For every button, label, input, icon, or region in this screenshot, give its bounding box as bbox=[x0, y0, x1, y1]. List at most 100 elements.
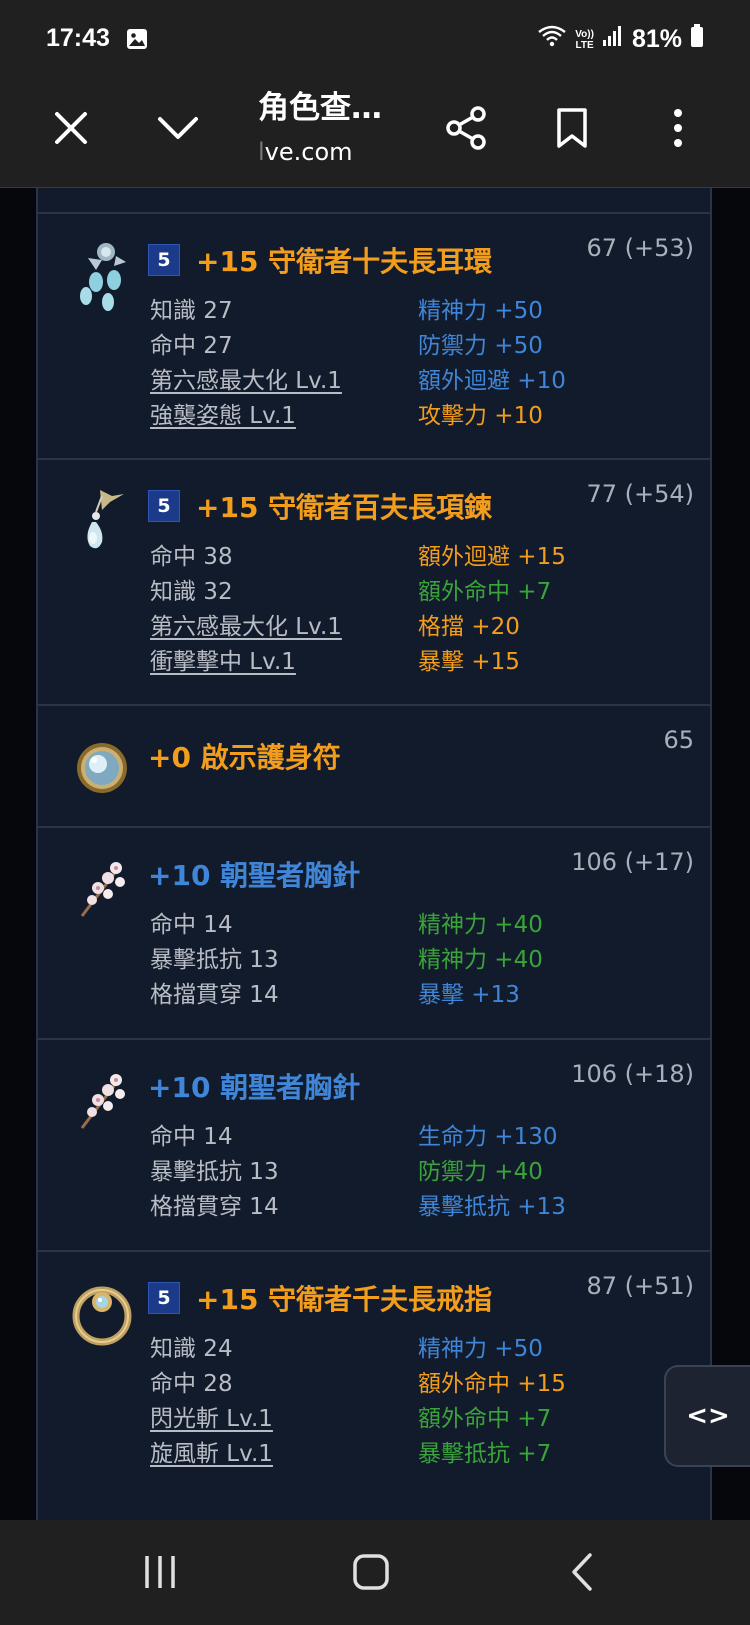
item-name[interactable]: +10 朝聖者胸針 bbox=[148, 1066, 360, 1106]
earring-icon bbox=[72, 240, 132, 316]
page-url: lve.com bbox=[258, 138, 353, 166]
stat-row: 命中 27 防禦力 +50 bbox=[150, 329, 690, 364]
skill-link[interactable]: 旋風斬 Lv.1 bbox=[150, 1437, 418, 1472]
stat-right: 暴擊 +13 bbox=[418, 982, 520, 1008]
stat-right: 暴擊 +15 bbox=[418, 649, 520, 675]
status-right: Vo)) LTE 81% bbox=[537, 24, 704, 55]
stat-left: 格擋貫穿 14 bbox=[150, 1194, 279, 1220]
stat-left: 格擋貫穿 14 bbox=[150, 982, 279, 1008]
stat-row: 知識 32 額外命中 +7 bbox=[150, 575, 690, 610]
chevron-down-icon[interactable] bbox=[150, 100, 206, 156]
stat-row: 知識 24 精神力 +50 bbox=[150, 1332, 690, 1367]
skill-link[interactable]: 第六感最大化 Lv.1 bbox=[150, 364, 418, 399]
share-icon[interactable] bbox=[438, 100, 494, 156]
stat-row: 第六感最大化 Lv.1 格擋 +20 bbox=[150, 610, 690, 645]
stat-right: 額外命中 +15 bbox=[418, 1371, 566, 1397]
stat-right: 精神力 +50 bbox=[418, 1336, 543, 1362]
page-title: 角色查… bbox=[258, 90, 382, 126]
skill-link[interactable]: 強襲姿態 Lv.1 bbox=[150, 399, 418, 434]
stat-row: 暴擊抵抗 13 精神力 +40 bbox=[150, 943, 690, 978]
equipment-item[interactable]: +10 朝聖者胸針 106 (+18) 命中 14 生命力 +130 暴擊抵抗 1… bbox=[38, 1038, 710, 1250]
tier-badge: 5 bbox=[148, 1282, 180, 1314]
stat-row: 第六感最大化 Lv.1 額外迴避 +10 bbox=[150, 364, 690, 399]
item-stats: 命中 14 精神力 +40 暴擊抵抗 13 精神力 +40 格擋貫穿 14 暴擊 +1… bbox=[150, 908, 690, 1013]
stat-row: 強襲姿態 Lv.1 攻擊力 +10 bbox=[150, 399, 690, 434]
stat-left: 命中 27 bbox=[150, 333, 233, 359]
item-name[interactable]: +0 啟示護身符 bbox=[148, 736, 341, 776]
close-icon[interactable] bbox=[43, 100, 99, 156]
stat-row: 暴擊抵抗 13 防禦力 +40 bbox=[150, 1155, 690, 1190]
stat-left: 命中 28 bbox=[150, 1371, 233, 1397]
item-header: +0 啟示護身符 bbox=[148, 736, 341, 776]
equipment-item[interactable]: 5 +15 守衛者十夫長耳環 67 (+53) 知識 27 精神力 +50 命中 … bbox=[38, 212, 710, 458]
item-header: 5 +15 守衛者十夫長耳環 bbox=[148, 240, 492, 280]
browser-toolbar: 角色查… lve.com bbox=[0, 82, 750, 188]
recent-apps-icon[interactable] bbox=[130, 1550, 190, 1594]
necklace-icon bbox=[72, 486, 132, 562]
stat-right: 額外迴避 +15 bbox=[418, 544, 566, 570]
equipment-item[interactable]: 5 +15 守衛者千夫長戒指 87 (+51) 知識 24 精神力 +50 命中 … bbox=[38, 1250, 710, 1520]
stat-right: 格擋 +20 bbox=[418, 614, 520, 640]
item-name[interactable]: +15 守衛者百夫長項鍊 bbox=[196, 486, 492, 526]
more-options-icon[interactable] bbox=[650, 100, 706, 156]
item-header: 5 +15 守衛者千夫長戒指 bbox=[148, 1278, 492, 1318]
back-icon[interactable] bbox=[552, 1550, 612, 1594]
ring-icon bbox=[72, 1278, 132, 1354]
bookmark-icon[interactable] bbox=[544, 100, 600, 156]
item-header: 5 +15 守衛者百夫長項鍊 bbox=[148, 486, 492, 526]
lte-icon: Vo)) LTE bbox=[575, 28, 594, 51]
signal-icon bbox=[602, 25, 624, 54]
wifi-icon bbox=[537, 24, 567, 55]
item-stats: 知識 27 精神力 +50 命中 27 防禦力 +50 第六感最大化 Lv.1 額外迴… bbox=[150, 294, 690, 434]
stat-right: 攻擊力 +10 bbox=[418, 403, 543, 429]
item-header: +10 朝聖者胸針 bbox=[148, 1066, 360, 1106]
stat-left: 命中 14 bbox=[150, 912, 233, 938]
brooch-icon bbox=[72, 1066, 132, 1142]
stat-left: 暴擊抵抗 13 bbox=[150, 947, 279, 973]
stat-row: 命中 14 生命力 +130 bbox=[150, 1120, 690, 1155]
equipment-item[interactable]: +10 朝聖者胸針 106 (+17) 命中 14 精神力 +40 暴擊抵抗 13… bbox=[38, 826, 710, 1038]
item-score: 87 (+51) bbox=[586, 1272, 694, 1300]
stat-right: 精神力 +40 bbox=[418, 912, 543, 938]
stat-row: 閃光斬 Lv.1 額外命中 +7 bbox=[150, 1402, 690, 1437]
stat-right: 精神力 +40 bbox=[418, 947, 543, 973]
stat-right: 額外命中 +7 bbox=[418, 1406, 552, 1432]
skill-link[interactable]: 衝擊擊中 Lv.1 bbox=[150, 645, 418, 680]
brooch-icon bbox=[72, 854, 132, 930]
stat-right: 額外迴避 +10 bbox=[418, 368, 566, 394]
battery-icon bbox=[690, 24, 704, 55]
stat-row: 格擋貫穿 14 暴擊 +13 bbox=[150, 978, 690, 1013]
equipment-item[interactable]: +0 啟示護身符 65 bbox=[38, 704, 710, 826]
home-icon[interactable] bbox=[341, 1550, 401, 1594]
code-toggle-button[interactable]: <> bbox=[664, 1365, 750, 1467]
tier-badge: 5 bbox=[148, 244, 180, 276]
item-score: 65 bbox=[663, 726, 694, 754]
stat-left: 暴擊抵抗 13 bbox=[150, 1159, 279, 1185]
stat-right: 生命力 +130 bbox=[418, 1124, 558, 1150]
item-name[interactable]: +15 守衛者十夫長耳環 bbox=[196, 240, 492, 280]
item-score: 67 (+53) bbox=[586, 234, 694, 262]
item-stats: 命中 38 額外迴避 +15 知識 32 額外命中 +7 第六感最大化 Lv.1 格擋… bbox=[150, 540, 690, 680]
stat-right: 暴擊抵抗 +13 bbox=[418, 1194, 566, 1220]
stat-right: 暴擊抵抗 +7 bbox=[418, 1441, 552, 1467]
amulet-icon bbox=[72, 736, 132, 812]
item-score: 106 (+18) bbox=[571, 1060, 694, 1088]
stat-left: 知識 32 bbox=[150, 579, 233, 605]
stat-right: 防禦力 +40 bbox=[418, 1159, 543, 1185]
stat-row: 旋風斬 Lv.1 暴擊抵抗 +7 bbox=[150, 1437, 690, 1472]
item-name[interactable]: +15 守衛者千夫長戒指 bbox=[196, 1278, 492, 1318]
stat-right: 防禦力 +50 bbox=[418, 333, 543, 359]
equipment-item[interactable]: 5 +15 守衛者百夫長項鍊 77 (+54) 命中 38 額外迴避 +15 知識… bbox=[38, 458, 710, 704]
item-header: +10 朝聖者胸針 bbox=[148, 854, 360, 894]
stat-row: 命中 28 額外命中 +15 bbox=[150, 1367, 690, 1402]
stat-right: 額外命中 +7 bbox=[418, 579, 552, 605]
status-bar: 17:43 Vo)) LTE 81% bbox=[0, 0, 750, 82]
item-stats: 知識 24 精神力 +50 命中 28 額外命中 +15 閃光斬 Lv.1 額外命中 … bbox=[150, 1332, 690, 1472]
skill-link[interactable]: 閃光斬 Lv.1 bbox=[150, 1402, 418, 1437]
stat-row: 知識 27 精神力 +50 bbox=[150, 294, 690, 329]
status-time: 17:43 bbox=[46, 24, 110, 52]
item-score: 77 (+54) bbox=[586, 480, 694, 508]
skill-link[interactable]: 第六感最大化 Lv.1 bbox=[150, 610, 418, 645]
item-name[interactable]: +10 朝聖者胸針 bbox=[148, 854, 360, 894]
navigation-bar bbox=[0, 1520, 750, 1625]
